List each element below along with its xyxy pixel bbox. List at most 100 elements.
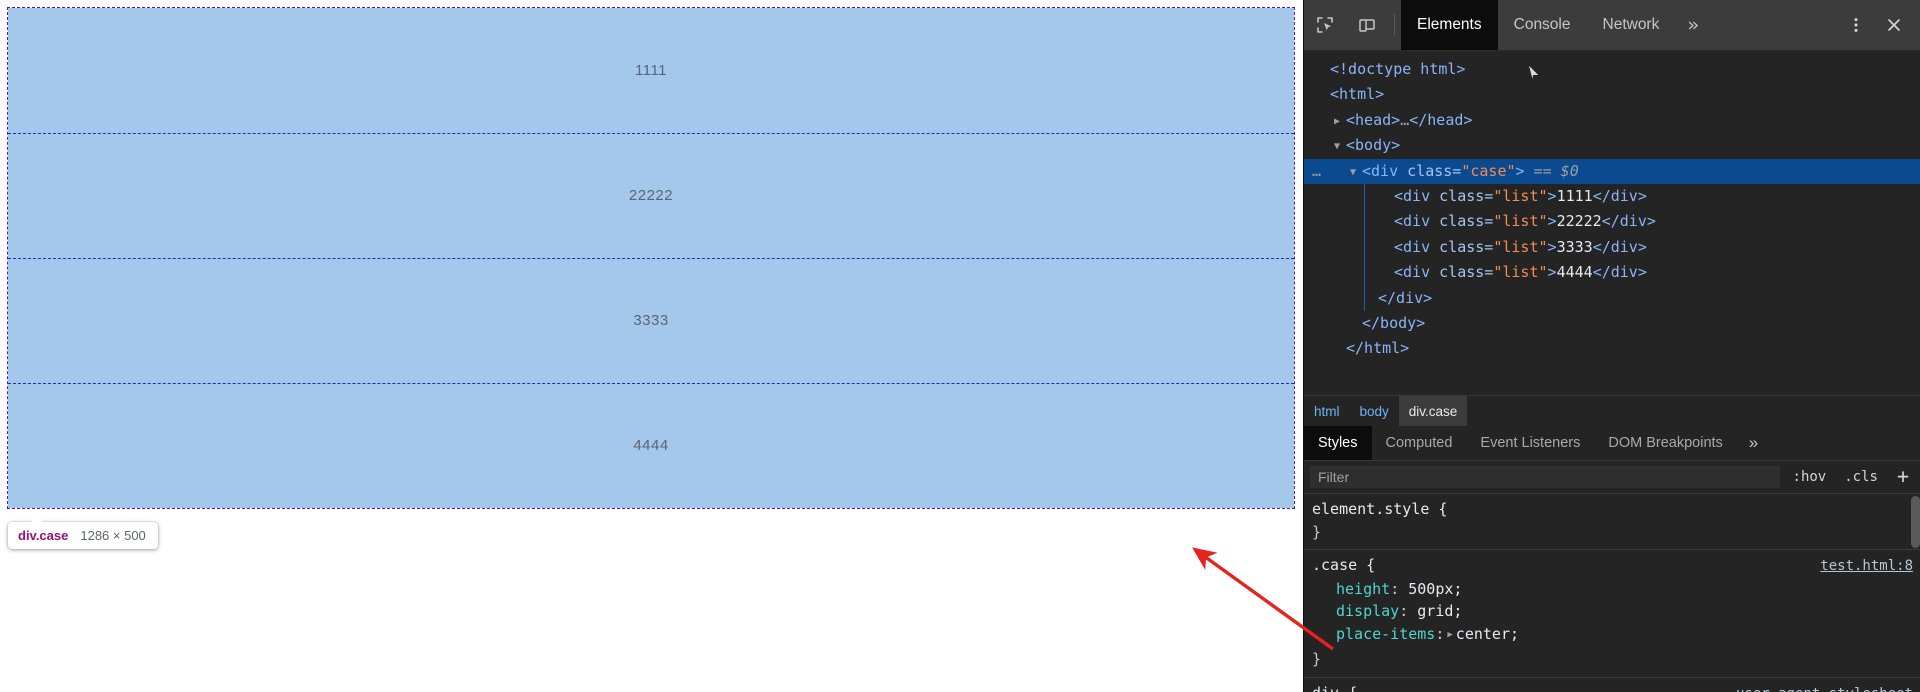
inspect-cursor-icon[interactable]: [1304, 0, 1346, 50]
tab-styles-label: Styles: [1318, 435, 1358, 451]
breadcrumb-label: html: [1314, 403, 1340, 419]
dom-token-tag: <div: [1362, 161, 1408, 180]
element-highlight-tooltip: div.case 1286 × 500: [8, 516, 158, 549]
dom-row-ellipsis-icon[interactable]: …: [1312, 159, 1322, 184]
dom-token-val: "list": [1493, 237, 1548, 256]
devtools-panel: Elements Console Network » <!doctype htm…: [1303, 0, 1920, 692]
devtools-tab-strip: Elements Console Network »: [1401, 0, 1839, 50]
dom-tree-row[interactable]: <div class="list">3333</div>: [1304, 235, 1920, 260]
tab-event-listeners-label: Event Listeners: [1480, 435, 1581, 451]
breadcrumb-item-html[interactable]: html: [1304, 396, 1350, 426]
dom-token-tag: </div>: [1592, 263, 1647, 282]
dom-token-tag: </div>: [1378, 288, 1433, 307]
hov-toggle[interactable]: :hov: [1788, 467, 1832, 487]
rule-origin-link[interactable]: user agent stylesheet: [1736, 683, 1913, 692]
dom-token-tag: </div>: [1601, 212, 1656, 231]
dom-tree-row[interactable]: </html>: [1304, 336, 1920, 361]
dom-token-tag: </div>: [1592, 237, 1647, 256]
styles-scrollbar[interactable]: [1910, 494, 1920, 692]
dom-tree[interactable]: <!doctype html> <html> ▶ <head>…</head> ▼ <bo…: [1304, 51, 1920, 395]
dom-tree-row[interactable]: ▼ <body>: [1304, 133, 1920, 158]
tab-styles[interactable]: Styles: [1304, 426, 1372, 460]
dom-row-twisty-icon[interactable]: ▼: [1350, 160, 1362, 185]
rule-header: div { user agent stylesheet: [1312, 682, 1913, 692]
dom-tree-row[interactable]: <!doctype html>: [1304, 57, 1920, 82]
more-options-icon[interactable]: [1839, 8, 1873, 42]
tab-dom-breakpoints-label: DOM Breakpoints: [1608, 435, 1723, 451]
screenshot-root: 1111 22222 3333 4444 div.case 1286 × 500: [0, 0, 1920, 692]
dom-token-tag: <body>: [1346, 136, 1401, 155]
styles-tab-strip: Styles Computed Event Listeners DOM Brea…: [1304, 426, 1920, 461]
toolbar-divider: [1394, 14, 1395, 36]
dom-row-twisty-icon[interactable]: ▶: [1334, 109, 1346, 134]
declaration-display[interactable]: display: grid;: [1312, 600, 1913, 623]
breadcrumb: html body div.case: [1304, 395, 1920, 426]
dom-token-val: "list": [1493, 186, 1548, 205]
tab-elements[interactable]: Elements: [1401, 0, 1498, 50]
dom-token-dim: …: [1400, 110, 1410, 129]
more-tabs-chevron-icon[interactable]: »: [1675, 0, 1710, 50]
styles-scrollbar-thumb[interactable]: [1911, 496, 1920, 548]
tab-dom-breakpoints[interactable]: DOM Breakpoints: [1594, 426, 1736, 460]
dom-tree-row[interactable]: … ▼ <div class="case"> == $0: [1304, 158, 1920, 185]
dom-tree-row[interactable]: </div>: [1304, 286, 1920, 311]
close-icon[interactable]: [1877, 8, 1911, 42]
cls-toggle[interactable]: .cls: [1839, 467, 1883, 487]
dom-token-text: 3333: [1556, 237, 1593, 256]
breadcrumb-item-body[interactable]: body: [1350, 396, 1399, 426]
rule-element-style[interactable]: element.style { }: [1304, 494, 1920, 550]
dom-tree-row[interactable]: <html>: [1304, 82, 1920, 107]
styles-filter-input[interactable]: [1310, 466, 1780, 488]
tab-computed[interactable]: Computed: [1372, 426, 1467, 460]
dom-token-tag: >: [1547, 186, 1557, 205]
tab-network[interactable]: Network: [1587, 0, 1676, 50]
rule-origin-link[interactable]: test.html:8: [1820, 555, 1913, 578]
breadcrumb-item-div-case[interactable]: div.case: [1398, 396, 1468, 426]
dom-tree-row[interactable]: <div class="list">22222</div>: [1304, 209, 1920, 234]
grid-cell: 3333: [633, 312, 669, 329]
tab-elements-label: Elements: [1417, 16, 1482, 33]
dom-tree-row[interactable]: </body>: [1304, 311, 1920, 336]
new-style-rule-button[interactable]: +: [1891, 466, 1915, 489]
dom-tree-row[interactable]: <div class="list">4444</div>: [1304, 260, 1920, 285]
rule-close-brace: }: [1312, 522, 1322, 541]
device-toolbar-icon[interactable]: [1346, 0, 1388, 50]
dom-token-tag: </div>: [1592, 186, 1647, 205]
dom-token-tag: >: [1547, 212, 1557, 231]
expand-shorthand-icon[interactable]: ▶: [1444, 624, 1455, 647]
tab-computed-label: Computed: [1385, 435, 1453, 451]
dom-tree-row[interactable]: <div class="list">1111</div>: [1304, 184, 1920, 209]
rule-case[interactable]: .case { test.html:8 height: 500px; displ…: [1304, 550, 1920, 678]
tab-console-label: Console: [1513, 16, 1571, 33]
declaration-property: display: [1336, 602, 1400, 620]
grid-cell: 1111: [634, 62, 668, 79]
rule-close-brace: }: [1312, 650, 1322, 668]
rule-selector: .case {: [1312, 556, 1376, 574]
dom-token-tag: </body>: [1362, 313, 1426, 332]
dom-token-tag: </html>: [1346, 339, 1410, 358]
dom-token-tag: <div: [1394, 212, 1440, 231]
tab-console[interactable]: Console: [1498, 0, 1587, 50]
declaration-height[interactable]: height: 500px;: [1312, 578, 1913, 601]
declaration-place-items[interactable]: place-items: ▶ center;: [1312, 623, 1913, 649]
styles-rules-pane[interactable]: element.style { } .case { test.html:8 he…: [1304, 494, 1920, 692]
toolbar-actions: [1839, 0, 1920, 50]
dom-token-tag: >: [1547, 237, 1557, 256]
more-styles-tabs-chevron-icon[interactable]: »: [1737, 426, 1770, 460]
dom-token-tag: >: [1515, 161, 1525, 180]
dom-token-tag: >: [1547, 263, 1557, 282]
grid-cell: 22222: [628, 187, 674, 204]
dom-token-tag: </head>: [1409, 110, 1473, 129]
rule-selector: div {: [1312, 682, 1357, 692]
tab-event-listeners[interactable]: Event Listeners: [1466, 426, 1594, 460]
dom-tree-row[interactable]: ▶ <head>…</head>: [1304, 108, 1920, 133]
dom-token-tag: <html>: [1330, 85, 1385, 104]
rule-partial-next[interactable]: div { user agent stylesheet: [1304, 678, 1920, 692]
dom-indent-guide: [1364, 184, 1365, 311]
declaration-value: center;: [1455, 624, 1520, 643]
declaration-value: 500px;: [1408, 579, 1463, 598]
dom-token-tag: <div: [1394, 263, 1440, 282]
dom-token-tag: <div: [1394, 237, 1440, 256]
dom-row-twisty-icon[interactable]: ▼: [1334, 134, 1346, 159]
dom-token-val: "list": [1493, 212, 1548, 231]
